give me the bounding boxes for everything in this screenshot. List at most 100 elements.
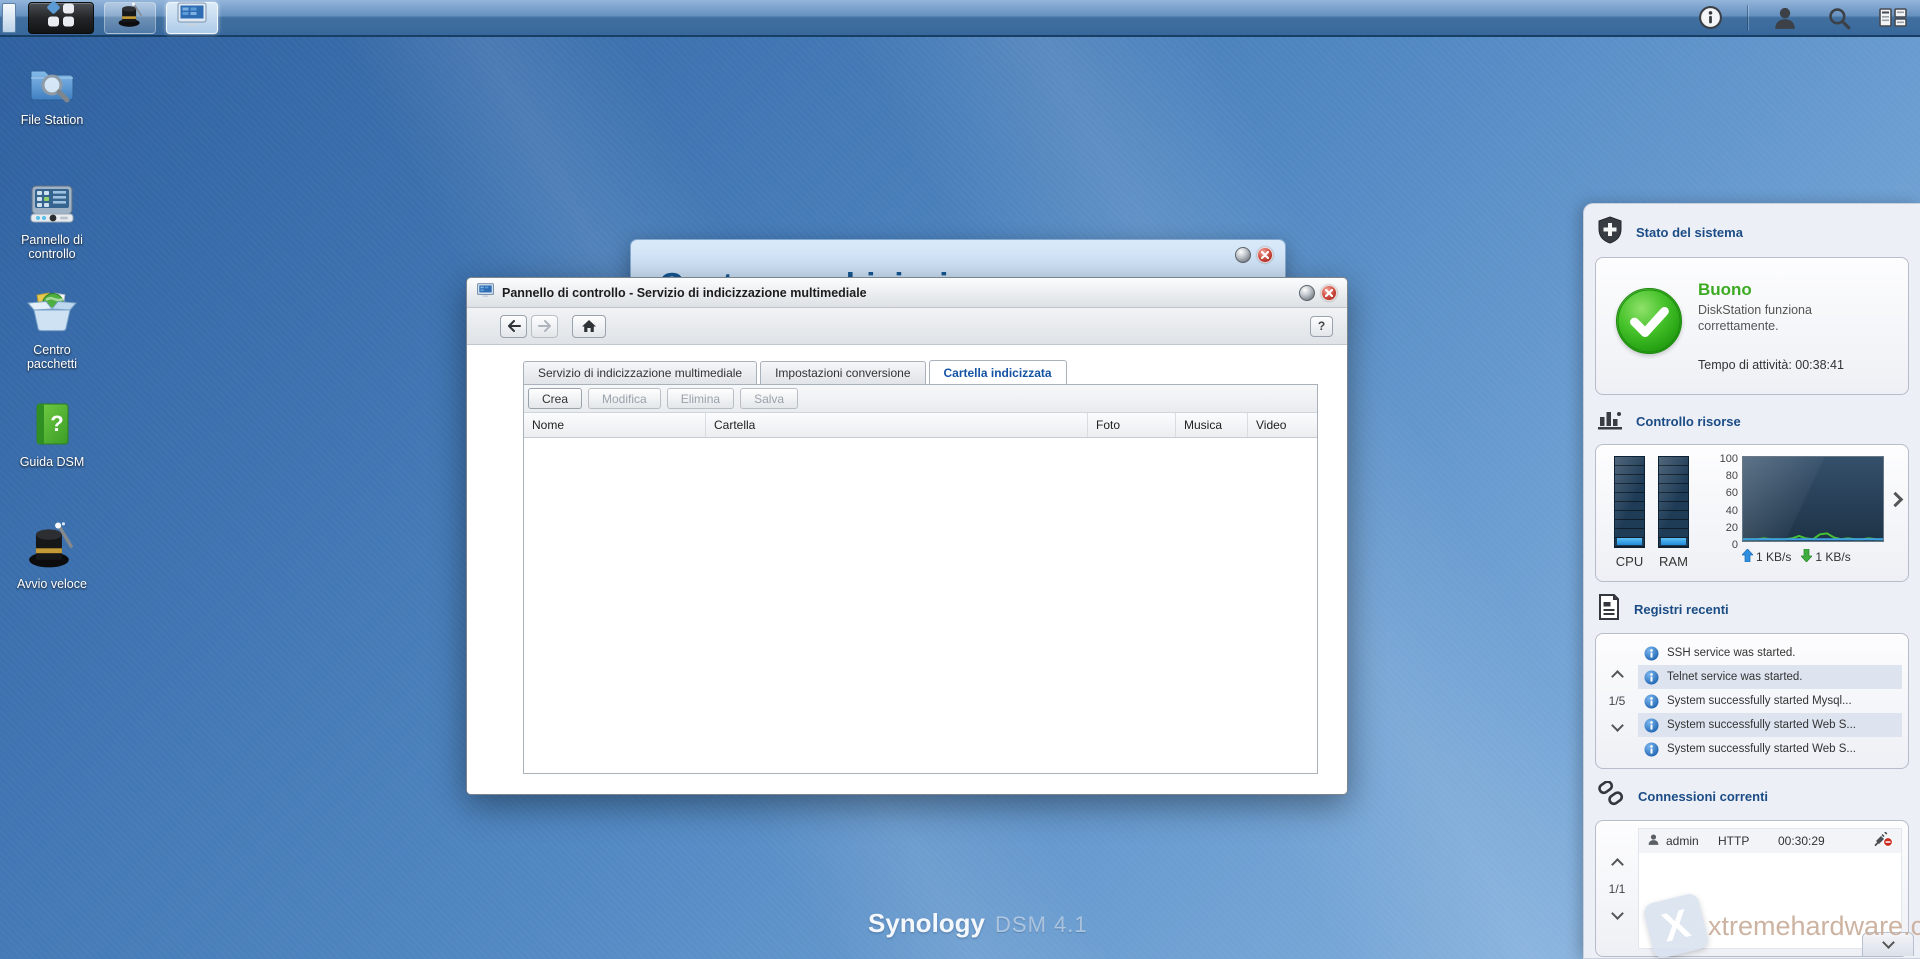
- log-item[interactable]: System successfully started Web S...: [1638, 713, 1902, 737]
- control-panel-window-icon: [177, 2, 207, 33]
- resource-monitor-expand-chevron[interactable]: [1888, 492, 1904, 508]
- page-down-chevron[interactable]: [1611, 719, 1624, 732]
- search-icon[interactable]: [1822, 3, 1856, 33]
- minimize-button[interactable]: [1235, 247, 1251, 263]
- bar-chart-icon: [1597, 407, 1623, 436]
- delete-button[interactable]: Elimina: [667, 388, 734, 409]
- connection-duration: 00:30:29: [1778, 834, 1848, 848]
- system-health-card: Buono DiskStation funziona correttamente…: [1595, 257, 1909, 395]
- desktop-icon-label: File Station: [9, 113, 95, 127]
- panel-collapse-tab[interactable]: [1862, 932, 1914, 956]
- desktop-icon-dsm-help[interactable]: ? Guida DSM: [4, 400, 100, 469]
- window-body: Servizio di indicizzazione multimediale …: [467, 345, 1347, 794]
- main-menu-button[interactable]: [28, 2, 94, 34]
- create-button[interactable]: Crea: [528, 388, 582, 409]
- control-panel-window[interactable]: Pannello di controllo - Servizio di indi…: [466, 277, 1348, 795]
- shield-icon: [1597, 216, 1623, 249]
- column-header-photo[interactable]: Foto: [1088, 413, 1176, 437]
- show-desktop-button[interactable]: [2, 3, 16, 33]
- back-button[interactable]: [500, 315, 527, 338]
- widget-title: Registri recenti: [1634, 602, 1729, 617]
- pilot-view-icon[interactable]: [1876, 3, 1910, 33]
- desktop-icon-label: Guida DSM: [9, 455, 95, 469]
- tab-indexed-folder[interactable]: Cartella indicizzata: [929, 360, 1067, 384]
- column-header-video[interactable]: Video: [1248, 413, 1317, 437]
- save-button[interactable]: Salva: [740, 388, 798, 409]
- edit-button[interactable]: Modifica: [588, 388, 661, 409]
- health-ok-icon: [1616, 288, 1682, 354]
- ram-gauge: [1658, 456, 1689, 548]
- tab-media-indexing-service[interactable]: Servizio di indicizzazione multimediale: [523, 361, 757, 384]
- window-titlebar-icon: [477, 283, 494, 303]
- desktop-icon-file-station[interactable]: File Station: [4, 58, 100, 127]
- health-description: DiskStation funziona correttamente.: [1698, 303, 1848, 334]
- collapse-chevron-icon: [1882, 936, 1895, 949]
- indexed-folder-panel: Crea Modifica Elimina Salva Nome Cartell…: [523, 384, 1318, 774]
- desktop-icon-quick-start[interactable]: Avvio veloce: [4, 520, 100, 591]
- package-center-icon: [4, 288, 100, 338]
- connection-row[interactable]: admin HTTP 00:30:29: [1639, 829, 1901, 853]
- desktop-icon-package-center[interactable]: Centro pacchetti: [4, 288, 100, 372]
- desktop-icon-label: Centro pacchetti: [9, 343, 95, 372]
- tab-bar: Servizio di indicizzazione multimediale …: [523, 361, 1067, 385]
- window-titlebar[interactable]: Pannello di controllo - Servizio di indi…: [467, 278, 1347, 308]
- disconnect-icon[interactable]: [1874, 832, 1893, 850]
- connections-page: 1/1: [1609, 882, 1626, 896]
- chain-link-icon: [1597, 781, 1625, 812]
- system-health-header: Stato del sistema: [1584, 204, 1920, 257]
- column-header-folder[interactable]: Cartella: [706, 413, 1088, 437]
- window-title: Pannello di controllo - Servizio di indi…: [502, 286, 867, 300]
- quick-launch-taskbar-button[interactable]: [104, 2, 156, 34]
- cpu-gauge: [1614, 456, 1645, 548]
- column-header-music[interactable]: Musica: [1176, 413, 1248, 437]
- desktop-icon-label: Pannello di controllo: [9, 233, 95, 262]
- dsm-version: DSM 4.1: [995, 912, 1088, 938]
- home-button[interactable]: [572, 315, 606, 338]
- info-badge-icon: [1644, 718, 1659, 733]
- download-arrow-icon: [1801, 549, 1812, 565]
- connections-list: admin HTTP 00:30:29: [1638, 828, 1902, 949]
- log-item[interactable]: System successfully started Web S...: [1638, 737, 1902, 761]
- connection-user: admin: [1666, 834, 1718, 848]
- table-header: Nome Cartella Foto Musica Video: [524, 413, 1317, 438]
- log-item[interactable]: Telnet service was started.: [1638, 665, 1902, 689]
- connections-pager: 1/1: [1596, 828, 1638, 949]
- minimize-button[interactable]: [1299, 285, 1315, 301]
- magic-hat-icon: [116, 1, 144, 34]
- control-panel-taskbar-button[interactable]: [166, 2, 218, 34]
- info-badge-icon: [1644, 742, 1659, 757]
- log-item[interactable]: SSH service was started.: [1638, 641, 1902, 665]
- chart-y-axis: 100 80 60 40 20 0: [1710, 453, 1738, 551]
- dsm-branding: Synology DSM 4.1: [868, 908, 1088, 939]
- help-button[interactable]: ?: [1310, 316, 1333, 337]
- info-badge-icon: [1644, 646, 1659, 661]
- desktop-icon-control-panel[interactable]: Pannello di controllo: [4, 178, 100, 262]
- page-up-chevron[interactable]: [1611, 670, 1624, 683]
- magic-hat-icon: [4, 520, 100, 572]
- widget-panel: Stato del sistema Buono DiskStation funz…: [1583, 203, 1920, 959]
- panel-toolbar: Crea Modifica Elimina Salva: [524, 385, 1317, 413]
- user-small-icon: [1647, 833, 1660, 849]
- upload-arrow-icon: [1742, 549, 1753, 565]
- taskbar: [0, 0, 1920, 37]
- file-station-icon: [4, 58, 100, 108]
- close-button[interactable]: [1321, 285, 1337, 301]
- user-icon[interactable]: [1768, 3, 1802, 33]
- page-down-chevron[interactable]: [1611, 907, 1624, 920]
- document-icon: [1597, 594, 1621, 625]
- page-up-chevron[interactable]: [1611, 858, 1624, 871]
- log-list: SSH service was started. Telnet service …: [1638, 641, 1902, 761]
- forward-button[interactable]: [531, 315, 558, 338]
- svg-text:?: ?: [50, 411, 63, 436]
- close-button[interactable]: [1257, 247, 1273, 263]
- log-item[interactable]: System successfully started Mysql...: [1638, 689, 1902, 713]
- logs-pager: 1/5: [1596, 641, 1638, 761]
- control-panel-icon: [4, 178, 100, 228]
- table-body-empty[interactable]: [524, 438, 1317, 773]
- tab-conversion-settings[interactable]: Impostazioni conversione: [760, 361, 925, 384]
- download-speed: 1 KB/s: [1815, 550, 1850, 564]
- logs-page: 1/5: [1609, 694, 1626, 708]
- info-icon[interactable]: [1693, 3, 1727, 33]
- taskbar-right-icons: [1693, 0, 1910, 35]
- column-header-name[interactable]: Nome: [524, 413, 706, 437]
